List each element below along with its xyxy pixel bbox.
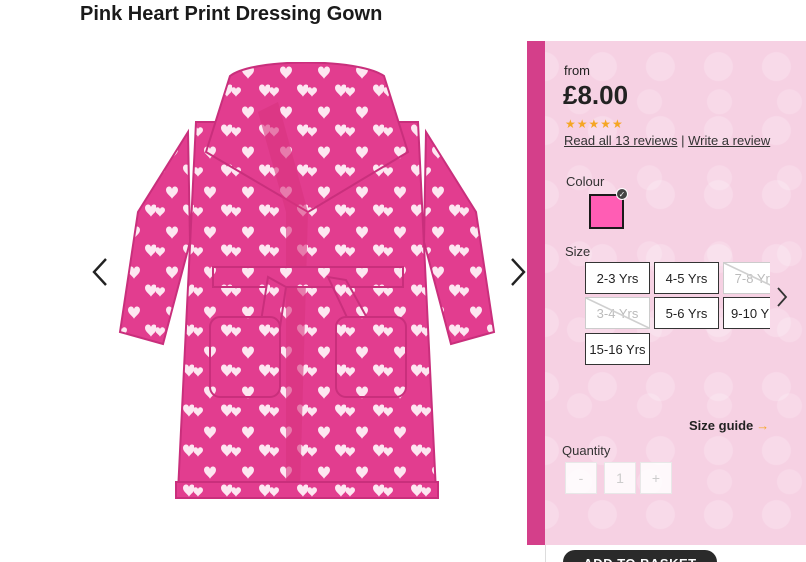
write-review-link[interactable]: Write a review (688, 133, 770, 148)
colour-label: Colour (566, 174, 605, 189)
size-option-15-16[interactable]: 15-16 Yrs (585, 333, 650, 365)
size-option-5-6[interactable]: 5-6 Yrs (654, 297, 719, 329)
size-option-7-8[interactable]: 7-8 Yrs (723, 262, 770, 294)
rating-stars: ★★★★★ (565, 117, 624, 131)
chevron-right-icon (777, 287, 788, 307)
quantity-decrease-button[interactable]: - (565, 462, 597, 494)
reviews-separator: | (681, 133, 685, 148)
size-option-3-4[interactable]: 3-4 Yrs (585, 297, 650, 329)
price: £8.00 (563, 80, 629, 110)
size-guide-link[interactable]: Size guide → (689, 418, 769, 433)
quantity-increase-button[interactable]: + (640, 462, 672, 494)
price-from-label: from (564, 63, 590, 78)
gallery-next-button[interactable] (507, 254, 529, 290)
read-reviews-link[interactable]: Read all 13 reviews (564, 133, 677, 148)
divider (545, 545, 546, 562)
size-option-4-5[interactable]: 4-5 Yrs (654, 262, 719, 294)
quantity-input[interactable]: 1 (604, 462, 636, 494)
chevron-right-icon (511, 258, 526, 286)
chevron-left-icon (92, 258, 107, 286)
size-guide-label: Size guide (689, 418, 754, 433)
size-option-2-3[interactable]: 2-3 Yrs (585, 262, 650, 294)
arrow-right-icon: → (756, 418, 770, 433)
size-scroll-next-button[interactable] (773, 284, 791, 310)
quantity-label: Quantity (562, 443, 611, 458)
gallery-prev-button[interactable] (89, 254, 111, 290)
check-icon: ✓ (616, 188, 628, 200)
add-to-basket-button[interactable]: ADD TO BASKET (563, 550, 717, 562)
page-title: Pink Heart Print Dressing Gown (80, 3, 383, 25)
size-option-9-10[interactable]: 9-10 Yrs (723, 297, 770, 329)
size-label: Size (565, 244, 591, 259)
size-options: 2-3 Yrs 4-5 Yrs 7-8 Yrs 3-4 Yrs 5-6 Yrs … (585, 262, 770, 368)
reviews-links: Read all 13 reviews | Write a review (564, 133, 770, 148)
product-image (118, 62, 496, 499)
panel-edge (527, 41, 545, 545)
